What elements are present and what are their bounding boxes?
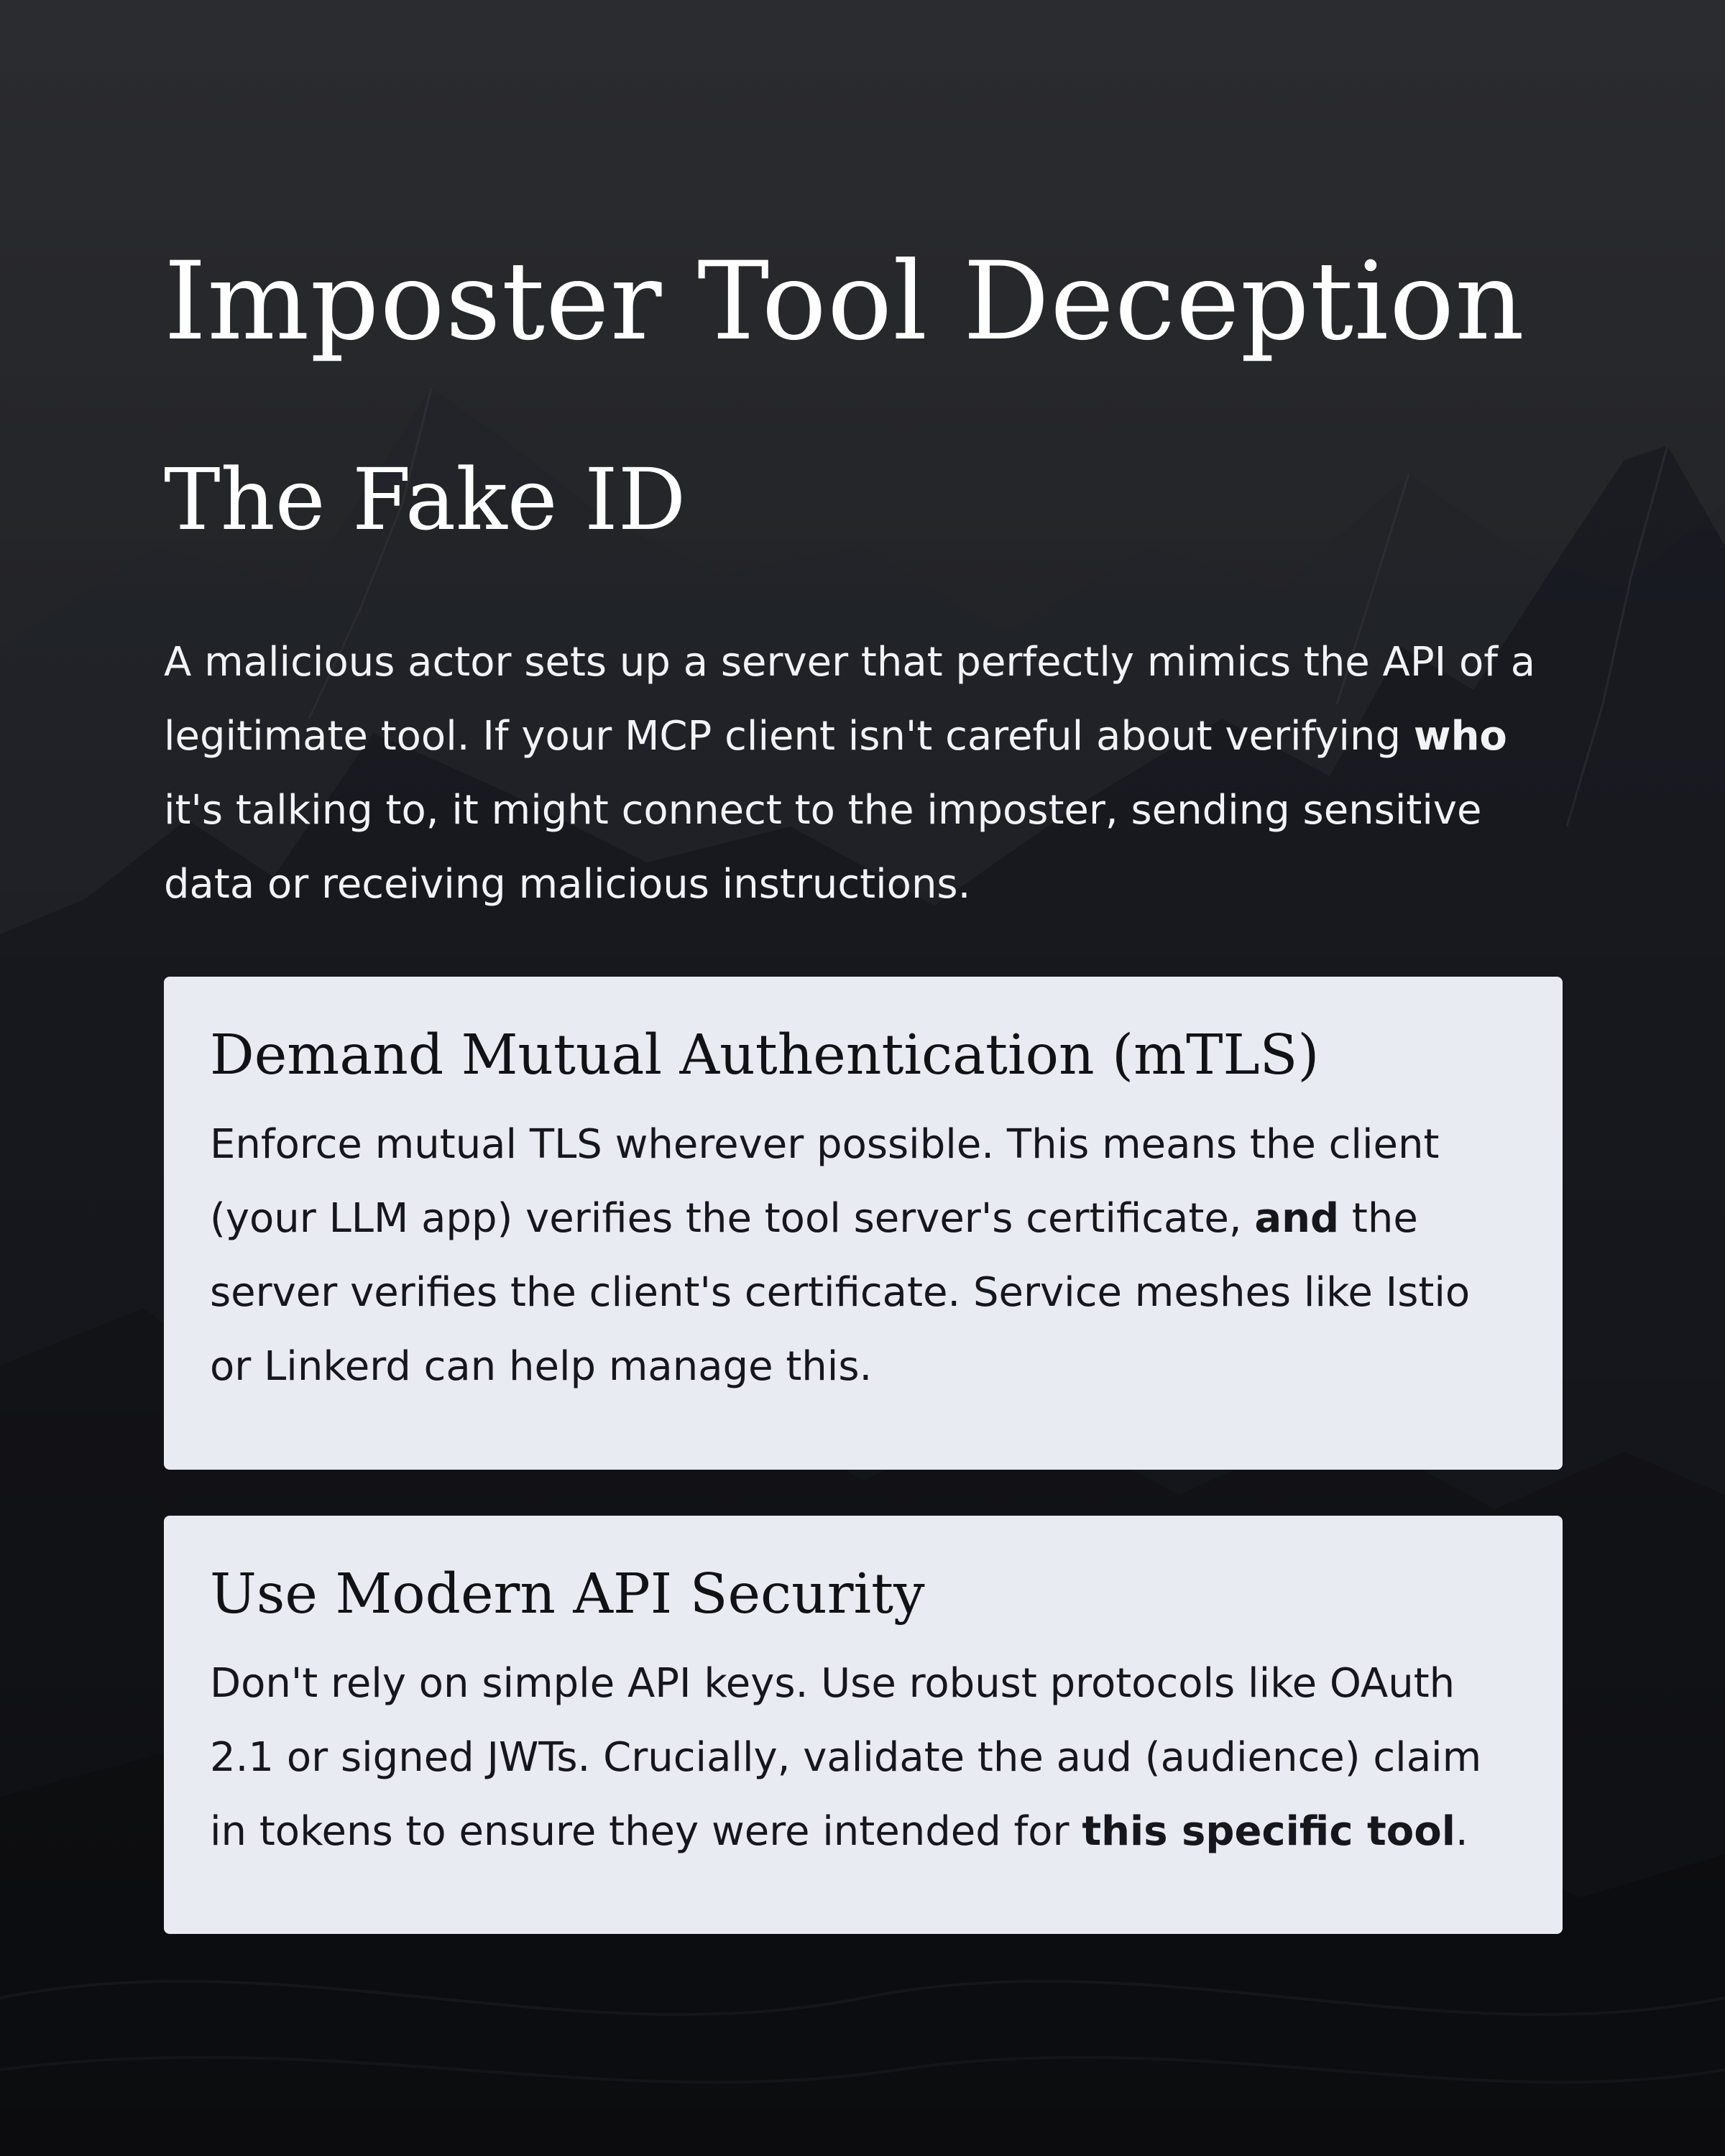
card-body-emphasis: this specific tool — [1082, 1808, 1455, 1855]
intro-text-continued: it's talking to, it might connect to the… — [164, 787, 1482, 908]
mtls-card: Demand Mutual Authentication (mTLS) Enfo… — [164, 977, 1563, 1470]
card-body-text-continued: . — [1455, 1808, 1468, 1855]
intro-text: A malicious actor sets up a server that … — [164, 639, 1536, 760]
card-body: Enforce mutual TLS wherever possible. Th… — [210, 1107, 1517, 1404]
intro-paragraph: A malicious actor sets up a server that … — [164, 625, 1563, 921]
page-subtitle: The Fake ID — [164, 450, 686, 549]
card-title: Use Modern API Security — [210, 1562, 925, 1626]
api-security-card: Use Modern API Security Don't rely on si… — [164, 1516, 1563, 1934]
card-body-emphasis: and — [1254, 1195, 1340, 1242]
card-title: Demand Mutual Authentication (mTLS) — [210, 1023, 1320, 1087]
card-body: Don't rely on simple API keys. Use robus… — [210, 1646, 1517, 1869]
intro-emphasis: who — [1413, 713, 1507, 760]
page-title: Imposter Tool Deception — [164, 239, 1525, 364]
